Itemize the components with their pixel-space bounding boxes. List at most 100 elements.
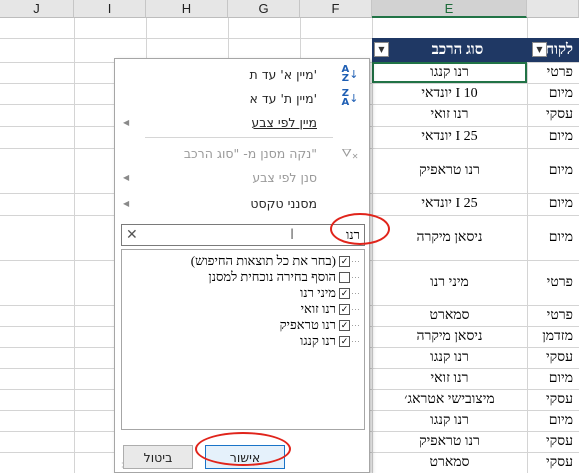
header-label: לקוח <box>545 41 573 58</box>
column-header-label: H <box>181 1 192 16</box>
grid-line <box>74 18 75 473</box>
cell[interactable]: סמארט <box>372 452 527 473</box>
menu-label: מיין א' עד ת' <box>249 66 318 82</box>
checkbox-checked-icon[interactable]: ✓ <box>339 303 350 315</box>
cell[interactable]: עסקי <box>527 104 579 126</box>
column-header-g[interactable]: G <box>228 0 300 18</box>
column-header-e[interactable]: E <box>372 0 527 18</box>
column-header-label: G <box>258 1 269 16</box>
list-item[interactable]: ⋯ ✓ מיני רנו <box>300 285 360 301</box>
submenu-arrow-icon: ◀ <box>123 117 130 127</box>
autofilter-panel: מיין א' עד ת' A Z ↓ מיין ת' עד א' Z A ↓ … <box>114 58 370 473</box>
option-label: הוסף בחירה נוכחית למסנן <box>208 269 336 284</box>
filter-dropdown-button[interactable]: ▼ <box>532 42 547 57</box>
menu-label: נקה מסנן מ- "סוג הרכב" <box>183 145 317 161</box>
cell[interactable]: פרטי <box>527 305 579 326</box>
filter-values-list: ⋯ ✓ (בחר את כל תוצאות החיפוש) ⋯ הוסף בחי… <box>121 249 365 430</box>
cell[interactable]: מיצובישי אטראג׳ <box>372 389 527 410</box>
cell[interactable]: מזדמן <box>527 326 579 347</box>
cell[interactable]: רנו קנגו <box>372 347 527 368</box>
column-header-label: E <box>444 0 454 16</box>
checkbox-checked-icon[interactable]: ✓ <box>339 319 350 331</box>
search-input[interactable] <box>170 226 360 244</box>
cell[interactable]: ניסאן מיקרה <box>372 215 527 260</box>
cell[interactable]: מיום <box>527 83 579 104</box>
submenu-arrow-icon: ◀ <box>123 172 130 182</box>
option-label: רנו טראפיק <box>279 317 336 332</box>
sort-ascending-icon: A Z ↓ <box>341 64 359 84</box>
cell[interactable]: פרטי <box>527 62 579 83</box>
column-header-i[interactable]: I <box>74 0 146 18</box>
option-label: מיני רנו <box>300 285 336 300</box>
cell[interactable]: עסקי <box>527 347 579 368</box>
option-label: (בחר את כל תוצאות החיפוש) <box>190 253 336 268</box>
cancel-button[interactable]: ביטול <box>123 445 193 469</box>
filter-dropdown-button[interactable]: ▼ <box>374 42 389 57</box>
clear-filter[interactable]: נקה מסנן מ- "סוג הרכב" ⛛ ✕ <box>115 141 369 165</box>
checkbox-checked-icon[interactable]: ✓ <box>339 287 350 299</box>
checkbox-checked-icon[interactable]: ✓ <box>339 335 350 347</box>
column-header-label: J <box>33 1 40 16</box>
ok-button[interactable]: אישור <box>205 445 285 469</box>
active-cell-outline <box>372 62 527 83</box>
cell[interactable]: עסקי <box>527 431 579 452</box>
cell[interactable]: עסקי <box>527 452 579 473</box>
checkbox-checked-icon[interactable]: ✓ <box>339 255 350 267</box>
sort-descending-icon: Z A ↓ <box>341 88 359 108</box>
cell[interactable]: רנו זואי <box>372 368 527 389</box>
clear-filter-icon: ⛛ ✕ <box>341 145 359 161</box>
sort-a-to-z[interactable]: מיין א' עד ת' A Z ↓ <box>115 62 369 86</box>
button-label: אישור <box>229 449 261 465</box>
submenu-arrow-icon: ◀ <box>123 198 130 208</box>
option-label: רנו קנגו <box>300 333 336 348</box>
header-label: סוג הרכב <box>431 41 484 58</box>
cell[interactable]: רנו קנגו <box>372 410 527 431</box>
list-item[interactable]: ⋯ ✓ רנו זואי <box>301 301 360 317</box>
menu-label: מסנני טקסט <box>250 195 317 211</box>
cell[interactable]: מיום <box>527 410 579 431</box>
cell[interactable]: מיני רנו <box>372 260 527 305</box>
chevron-down-icon: ▼ <box>536 45 543 54</box>
cell[interactable]: רנו טראפיק <box>372 431 527 452</box>
sort-by-color[interactable]: ◀ מיין לפי צבע <box>115 110 369 134</box>
text-filters[interactable]: ◀ מסנני טקסט <box>115 191 369 215</box>
cell[interactable]: רנו זואי <box>372 104 527 126</box>
cell[interactable]: רנו טראפיק <box>372 148 527 193</box>
filter-by-color[interactable]: ◀ סנן לפי צבע <box>115 165 369 189</box>
column-header-label: F <box>331 1 340 16</box>
cell[interactable]: יונדאי I 25 <box>372 193 527 215</box>
column-header-f[interactable]: F <box>300 0 372 18</box>
menu-label: מיין ת' עד א' <box>249 90 318 106</box>
cell[interactable]: פרטי <box>527 260 579 305</box>
cell[interactable]: עסקי <box>527 389 579 410</box>
close-icon[interactable]: ✕ <box>126 227 138 243</box>
cell[interactable]: מיום <box>527 215 579 260</box>
column-header-d[interactable] <box>527 0 579 18</box>
menu-label: סנן לפי צבע <box>252 169 317 185</box>
checkbox-unchecked-icon[interactable] <box>339 271 350 283</box>
column-header-j[interactable]: J <box>0 0 74 18</box>
search-box[interactable]: ✕ I <box>121 224 365 246</box>
cell[interactable]: ניסאן מיקרה <box>372 326 527 347</box>
list-item[interactable]: ⋯ ✓ (בחר את כל תוצאות החיפוש) <box>191 253 360 269</box>
resize-grip-icon[interactable]: · · <box>121 460 124 472</box>
cell[interactable]: יונדאי I 10 <box>372 83 527 104</box>
menu-separator <box>145 137 333 138</box>
menu-label: מיין לפי צבע <box>251 114 317 130</box>
cell[interactable]: יונדאי I 25 <box>372 126 527 148</box>
chevron-down-icon: ▼ <box>378 45 385 54</box>
column-header-label: I <box>107 1 112 16</box>
cell[interactable]: מיום <box>527 148 579 193</box>
list-item[interactable]: ⋯ הוסף בחירה נוכחית למסנן <box>208 269 360 285</box>
sort-z-to-a[interactable]: מיין ת' עד א' Z A ↓ <box>115 86 369 110</box>
cell[interactable]: סמארט <box>372 305 527 326</box>
cell[interactable]: מיום <box>527 126 579 148</box>
cell[interactable]: מיום <box>527 193 579 215</box>
button-label: ביטול <box>143 449 173 465</box>
header-cell-vehicle-type[interactable]: סוג הרכב <box>372 38 527 62</box>
column-header-h[interactable]: H <box>146 0 228 18</box>
list-item[interactable]: ⋯ ✓ רנו קנגו <box>300 333 360 349</box>
cell[interactable]: מיום <box>527 368 579 389</box>
list-item[interactable]: ⋯ ✓ רנו טראפיק <box>280 317 360 333</box>
option-label: רנו זואי <box>300 301 336 316</box>
